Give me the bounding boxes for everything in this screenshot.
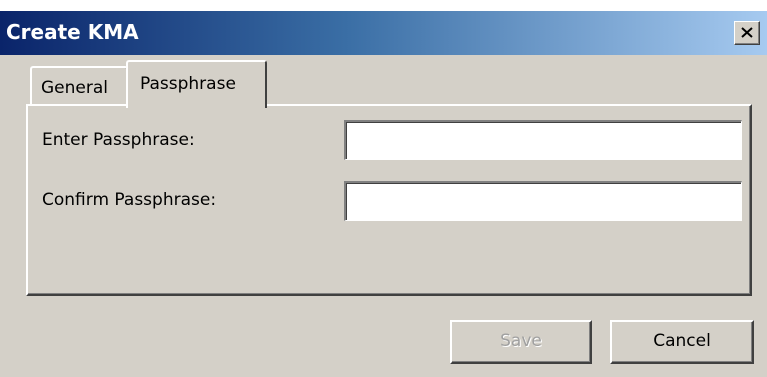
- enter-passphrase-field[interactable]: [344, 120, 742, 160]
- save-button[interactable]: Save: [450, 320, 592, 364]
- confirm-passphrase-label: Confirm Passphrase:: [42, 190, 217, 210]
- title-bar: Create KMA: [0, 11, 767, 55]
- tab-passphrase[interactable]: Passphrase: [126, 60, 267, 108]
- window-title: Create KMA: [6, 20, 139, 44]
- cancel-button[interactable]: Cancel: [610, 320, 754, 364]
- close-button[interactable]: [734, 21, 760, 45]
- tab-general[interactable]: General: [30, 66, 128, 104]
- enter-passphrase-label: Enter Passphrase:: [42, 130, 195, 150]
- confirm-passphrase-field[interactable]: [344, 181, 742, 221]
- tab-passphrase-label: Passphrase: [140, 74, 236, 94]
- tab-general-label: General: [41, 78, 108, 98]
- close-icon: [741, 27, 753, 38]
